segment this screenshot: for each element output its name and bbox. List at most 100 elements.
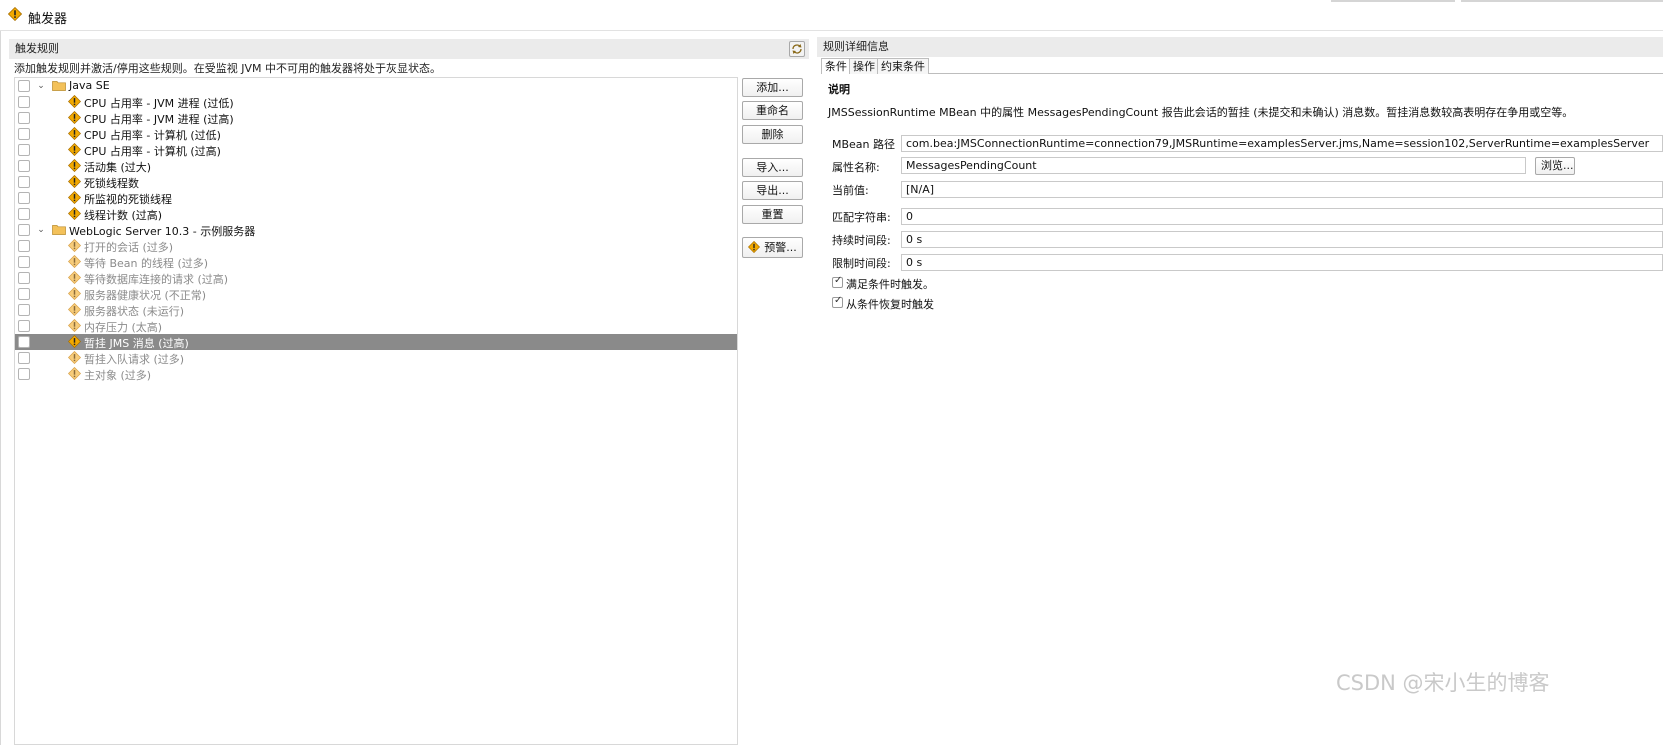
warning-icon bbox=[67, 110, 82, 125]
tree-rule-label: 死锁线程数 bbox=[84, 177, 139, 190]
tree-rule-row[interactable]: 服务器状态 (未运行) bbox=[15, 302, 737, 318]
rule-checkbox[interactable] bbox=[18, 224, 30, 236]
tree-rule-row[interactable]: CPU 占用率 - 计算机 (过低) bbox=[15, 126, 737, 142]
rule-checkbox[interactable] bbox=[18, 144, 30, 156]
page-title: 触发器 bbox=[28, 12, 68, 27]
tree-group-label: Java SE bbox=[69, 79, 110, 92]
folder-icon bbox=[52, 224, 66, 235]
export-rules-button[interactable]: 导出... bbox=[742, 181, 803, 200]
warning-icon bbox=[67, 350, 82, 365]
warning-icon bbox=[67, 142, 82, 157]
tree-rule-label: 暂挂 JMS 消息 (过高) bbox=[84, 337, 189, 350]
tree-rule-label: CPU 占用率 - 计算机 (过高) bbox=[84, 145, 221, 158]
rule-checkbox[interactable] bbox=[18, 80, 30, 92]
limit-period-label: 限制时间段: bbox=[832, 257, 891, 270]
watermark: CSDN @宋小生的博客 bbox=[1336, 671, 1550, 695]
chevron-down-icon[interactable]: ⌄ bbox=[36, 78, 46, 94]
rule-checkbox[interactable] bbox=[18, 128, 30, 140]
current-value-label: 当前值: bbox=[832, 184, 869, 197]
tree-rule-row[interactable]: 等待数据库连接的请求 (过高) bbox=[15, 270, 737, 286]
rule-checkbox[interactable] bbox=[18, 320, 30, 332]
rule-checkbox[interactable] bbox=[18, 160, 30, 172]
mbean-path-field[interactable]: com.bea:JMSConnectionRuntime=connection7… bbox=[901, 135, 1663, 152]
warning-icon bbox=[67, 126, 82, 141]
attribute-name-label: 属性名称: bbox=[832, 161, 880, 174]
tree-rule-label: 活动集 (过大) bbox=[84, 161, 152, 174]
current-value-field: [N/A] bbox=[901, 181, 1663, 198]
rules-tree[interactable]: ⌄ Java SE CPU 占用率 - JVM 进程 (过低) CPU 占用率 - J… bbox=[14, 77, 738, 745]
rule-checkbox[interactable] bbox=[18, 208, 30, 220]
rule-checkbox[interactable] bbox=[18, 96, 30, 108]
tree-group-row[interactable]: ⌄ Java SE bbox=[15, 78, 737, 94]
warning-icon bbox=[67, 366, 82, 381]
duration-label: 持续时间段: bbox=[832, 234, 891, 247]
tree-rule-row[interactable]: 死锁线程数 bbox=[15, 174, 737, 190]
rule-checkbox[interactable] bbox=[18, 368, 30, 380]
tab-condition[interactable]: 条件 bbox=[821, 58, 851, 74]
rule-checkbox[interactable] bbox=[18, 192, 30, 204]
tree-rule-row[interactable]: 暂挂 JMS 消息 (过高) bbox=[15, 334, 737, 350]
match-string-field[interactable]: 0 bbox=[901, 208, 1663, 225]
tree-rule-label: 打开的会话 (过多) bbox=[84, 241, 174, 254]
trigger-on-condition-checkbox[interactable] bbox=[832, 275, 843, 288]
rules-panel-title: 触发规则 bbox=[15, 42, 59, 55]
trigger-on-recover-checkbox[interactable] bbox=[832, 295, 843, 308]
alert-button[interactable]: 预警... bbox=[742, 237, 803, 258]
refresh-icon bbox=[792, 44, 802, 54]
tree-rule-row[interactable]: CPU 占用率 - JVM 进程 (过高) bbox=[15, 110, 737, 126]
tree-rule-label: 线程计数 (过高) bbox=[84, 209, 163, 222]
tree-group-label: WebLogic Server 10.3 - 示例服务器 bbox=[69, 225, 256, 238]
rules-panel-header: 触发规则 bbox=[9, 39, 809, 59]
tree-rule-label: 服务器状态 (未运行) bbox=[84, 305, 185, 318]
tree-rule-label: 暂挂入队请求 (过多) bbox=[84, 353, 185, 366]
browse-button[interactable]: 浏览... bbox=[1535, 157, 1575, 175]
refresh-rules-button[interactable] bbox=[789, 41, 805, 57]
rule-checkbox[interactable] bbox=[18, 272, 30, 284]
rule-checkbox[interactable] bbox=[18, 304, 30, 316]
details-panel-title: 规则详细信息 bbox=[823, 40, 889, 53]
rule-checkbox[interactable] bbox=[18, 240, 30, 252]
tree-rule-row[interactable]: 暂挂入队请求 (过多) bbox=[15, 350, 737, 366]
tab-actions[interactable]: 操作 bbox=[849, 58, 879, 74]
rule-checkbox[interactable] bbox=[18, 352, 30, 364]
tree-rule-label: 等待 Bean 的线程 (过多) bbox=[84, 257, 209, 270]
tree-rule-label: 等待数据库连接的请求 (过高) bbox=[84, 273, 229, 286]
import-rules-button[interactable]: 导入... bbox=[742, 158, 803, 177]
tree-rule-row[interactable]: CPU 占用率 - JVM 进程 (过低) bbox=[15, 94, 737, 110]
tree-rule-label: 主对象 (过多) bbox=[84, 369, 152, 382]
warning-icon bbox=[67, 318, 82, 333]
duration-field[interactable]: 0 s bbox=[901, 231, 1663, 248]
reset-rules-button[interactable]: 重置 bbox=[742, 205, 803, 224]
tree-rule-row[interactable]: 打开的会话 (过多) bbox=[15, 238, 737, 254]
rule-checkbox[interactable] bbox=[18, 176, 30, 188]
warning-icon bbox=[67, 238, 82, 253]
alert-button-label: 预警... bbox=[764, 241, 797, 254]
tree-rule-row[interactable]: 内存压力 (太高) bbox=[15, 318, 737, 334]
tab-strip-line bbox=[821, 73, 1663, 74]
rule-checkbox[interactable] bbox=[18, 336, 30, 348]
tree-rule-label: CPU 占用率 - JVM 进程 (过低) bbox=[84, 97, 234, 110]
warning-icon bbox=[67, 302, 82, 317]
tree-rule-row[interactable]: 活动集 (过大) bbox=[15, 158, 737, 174]
warning-icon bbox=[67, 254, 82, 269]
warning-icon bbox=[67, 94, 82, 109]
rule-checkbox[interactable] bbox=[18, 288, 30, 300]
tree-rule-row[interactable]: 等待 Bean 的线程 (过多) bbox=[15, 254, 737, 270]
warning-icon bbox=[748, 241, 761, 253]
tree-rule-row[interactable]: CPU 占用率 - 计算机 (过高) bbox=[15, 142, 737, 158]
rule-checkbox[interactable] bbox=[18, 256, 30, 268]
tab-constraints[interactable]: 约束条件 bbox=[877, 58, 929, 74]
tree-group-row[interactable]: ⌄ WebLogic Server 10.3 - 示例服务器 bbox=[15, 222, 737, 238]
rule-checkbox[interactable] bbox=[18, 112, 30, 124]
rename-rule-button[interactable]: 重命名 bbox=[742, 101, 803, 120]
limit-period-field[interactable]: 0 s bbox=[901, 254, 1663, 271]
tree-rule-row[interactable]: 所监视的死锁线程 bbox=[15, 190, 737, 206]
tree-rule-row[interactable]: 线程计数 (过高) bbox=[15, 206, 737, 222]
tree-rule-label: 服务器健康状况 (不正常) bbox=[84, 289, 207, 302]
tree-rule-row[interactable]: 主对象 (过多) bbox=[15, 366, 737, 382]
chevron-down-icon[interactable]: ⌄ bbox=[36, 222, 46, 238]
delete-rule-button[interactable]: 删除 bbox=[742, 125, 803, 144]
add-rule-button[interactable]: 添加... bbox=[742, 78, 803, 97]
attribute-name-field[interactable]: MessagesPendingCount bbox=[901, 157, 1526, 174]
tree-rule-row[interactable]: 服务器健康状况 (不正常) bbox=[15, 286, 737, 302]
